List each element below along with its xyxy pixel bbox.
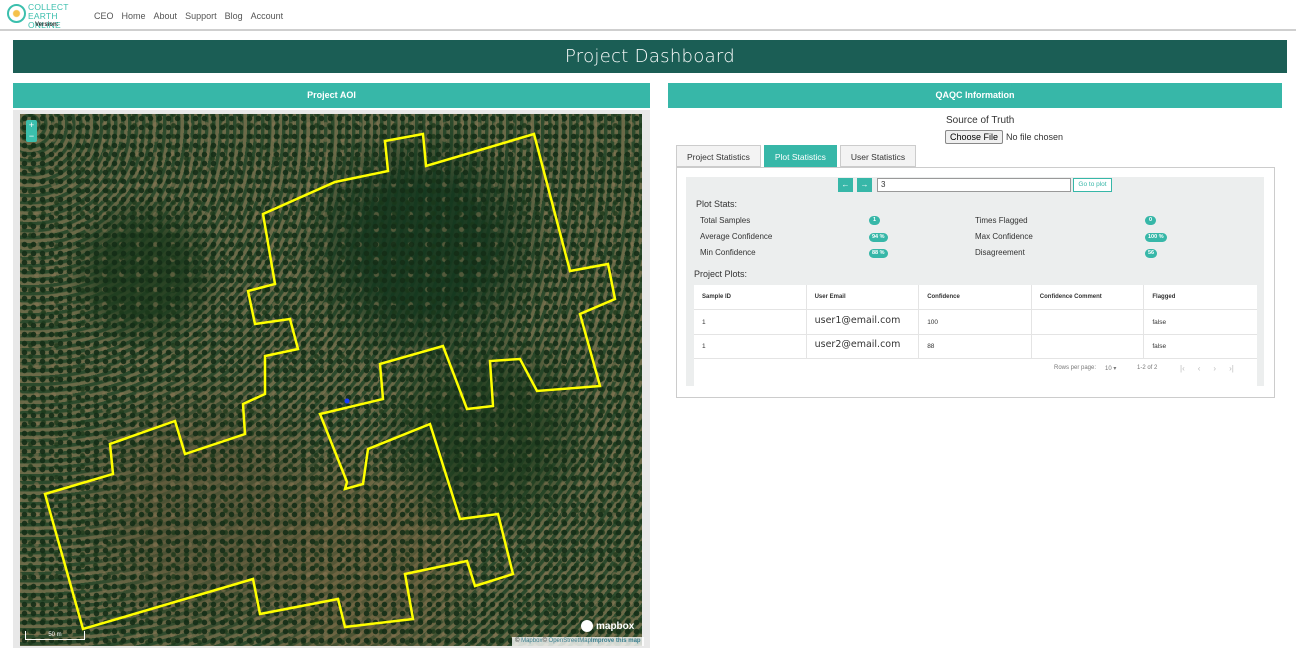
prev-plot-button[interactable]: ← — [838, 178, 853, 192]
aoi-map[interactable] — [20, 114, 642, 646]
tab-project-statistics[interactable]: Project Statistics — [676, 145, 761, 167]
cell-sample-id: 1 — [694, 335, 807, 358]
rows-per-page-value: 10 — [1105, 366, 1112, 372]
column-header-flagged[interactable]: Flagged — [1144, 285, 1257, 309]
stat-label-min-confidence: Min Confidence — [700, 248, 756, 257]
file-picker: Choose File No file chosen — [945, 130, 1063, 144]
map-attribution: © Mapbox© OpenStreetMapImprove this map — [512, 637, 644, 646]
tab-user-statistics[interactable]: User Statistics — [839, 145, 917, 167]
next-plot-button[interactable]: → — [857, 178, 872, 192]
column-header-sample-id[interactable]: Sample ID — [694, 285, 807, 309]
top-nav: COLLECT EARTH ONLINE Version: CEO Home A… — [0, 0, 1296, 31]
page-title: Project Dashboard — [13, 40, 1287, 73]
choose-file-button[interactable]: Choose File — [945, 130, 1004, 144]
pagination-range: 1-2 of 2 — [1137, 365, 1158, 371]
attrib-copyright-2: © — [542, 638, 547, 644]
attrib-copyright-1: © — [515, 638, 520, 644]
project-plots-title: Project Plots: — [694, 269, 748, 279]
attrib-osm-link[interactable]: OpenStreetMap — [549, 638, 591, 644]
zoom-out-button[interactable]: − — [26, 131, 37, 142]
last-page-icon[interactable]: ›| — [1229, 364, 1234, 373]
project-aoi-header: Project AOI — [13, 83, 650, 108]
rows-per-page-select[interactable]: 10 ▾ — [1105, 365, 1116, 372]
nav-link-support[interactable]: Support — [185, 11, 217, 21]
stat-label-total-samples: Total Samples — [700, 216, 751, 225]
map-scale-bar: 50 m — [25, 631, 85, 640]
zoom-in-button[interactable]: + — [26, 120, 37, 131]
cell-flagged: false — [1152, 343, 1167, 350]
logo-icon — [7, 4, 26, 23]
table-row[interactable]: 1 user2@email.com 88 false — [694, 335, 1257, 359]
user-email-text: user1@email.com — [814, 315, 901, 326]
mapbox-icon — [581, 620, 593, 632]
tab-plot-statistics[interactable]: Plot Statistics — [763, 145, 837, 167]
stat-value-total-samples: 1 — [869, 216, 880, 225]
column-header-confidence[interactable]: Confidence — [919, 285, 1032, 309]
stat-value-average-confidence: 94 % — [869, 233, 888, 242]
stat-label-max-confidence: Max Confidence — [975, 232, 1033, 241]
stat-label-disagreement: Disagreement — [975, 248, 1025, 257]
arrow-left-icon: ← — [841, 180, 850, 189]
attrib-mapbox-link[interactable]: Mapbox — [521, 638, 542, 644]
plot-marker — [344, 398, 350, 404]
cell-sample-id: 1 — [694, 310, 807, 334]
cell-confidence-comment — [1032, 310, 1145, 334]
table-row[interactable]: 1 user1@email.com 100 false — [694, 310, 1257, 335]
cell-user-email: user2@email.com — [807, 335, 920, 358]
attrib-improve-link[interactable]: Improve this map — [591, 638, 641, 644]
stat-label-average-confidence: Average Confidence — [700, 232, 773, 241]
first-page-icon[interactable]: |‹ — [1180, 364, 1185, 373]
next-page-icon[interactable]: › — [1213, 364, 1216, 373]
chevron-down-icon: ▾ — [1113, 366, 1117, 372]
go-to-plot-button[interactable]: Go to plot — [1073, 178, 1112, 192]
arrow-right-icon: → — [860, 180, 869, 189]
source-of-truth-label: Source of Truth — [946, 115, 1015, 126]
ceo-logo[interactable]: COLLECT EARTH ONLINE Version: — [7, 2, 87, 30]
stat-value-max-confidence: 100 % — [1145, 233, 1167, 242]
cell-confidence: 88 — [919, 335, 1032, 358]
mapbox-logo[interactable]: mapbox — [581, 620, 634, 632]
nav-link-home[interactable]: Home — [122, 11, 146, 21]
nav-links: CEO Home About Support Blog Account — [94, 11, 283, 21]
no-file-label: No file chosen — [1006, 132, 1064, 142]
qaqc-header: QAQC Information — [668, 83, 1282, 108]
cell-flagged: false — [1152, 319, 1167, 326]
stats-tabs: Project Statistics Plot Statistics User … — [676, 145, 917, 167]
aoi-polygon — [43, 132, 617, 631]
column-header-user-email[interactable]: User Email — [807, 285, 920, 309]
nav-link-blog[interactable]: Blog — [225, 11, 243, 21]
cell-confidence-comment — [1032, 335, 1145, 358]
stat-value-times-flagged: 0 — [1145, 216, 1156, 225]
pagination-controls: |‹ ‹ › ›| — [1180, 364, 1234, 373]
prev-page-icon[interactable]: ‹ — [1198, 364, 1201, 373]
cell-user-email: user1@email.com — [807, 310, 920, 334]
logo-line1: COLLECT EARTH — [28, 2, 69, 21]
zoom-control: + − — [26, 120, 37, 142]
stat-value-min-confidence: 88 % — [869, 249, 888, 258]
column-header-confidence-comment[interactable]: Confidence Comment — [1032, 285, 1145, 309]
nav-link-ceo[interactable]: CEO — [94, 11, 114, 21]
aoi-overlay — [43, 132, 617, 631]
nav-link-about[interactable]: About — [154, 11, 178, 21]
rows-per-page-label: Rows per page: — [1054, 365, 1097, 371]
cell-confidence: 100 — [919, 310, 1032, 334]
user-email-text: user2@email.com — [814, 339, 901, 350]
plot-stats-title: Plot Stats: — [696, 199, 738, 209]
nav-link-account[interactable]: Account — [251, 11, 284, 21]
stat-value-disagreement: 56 — [1145, 249, 1158, 258]
version-label: Version: — [35, 22, 59, 28]
project-plots-table: Sample ID User Email Confidence Confiden… — [694, 285, 1257, 387]
stat-label-times-flagged: Times Flagged — [975, 216, 1028, 225]
table-header-row: Sample ID User Email Confidence Confiden… — [694, 285, 1257, 310]
mapbox-logo-text: mapbox — [596, 620, 635, 632]
plot-number-input[interactable]: 3 — [877, 178, 1071, 192]
